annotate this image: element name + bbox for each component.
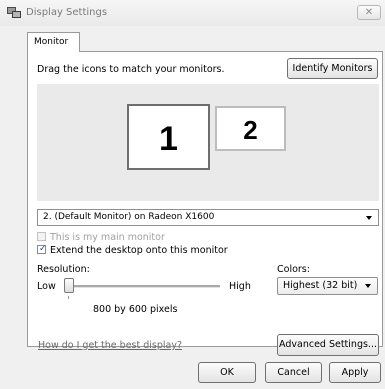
arrange-instruction: Drag the icons to match your monitors.	[37, 64, 225, 75]
monitor-select-value: 2. (Default Monitor) on Radeon X1600	[43, 212, 215, 222]
identify-monitors-button[interactable]: Identify Monitors	[287, 58, 378, 79]
chevron-down-icon	[365, 284, 371, 288]
resolution-value: 800 by 600 pixels	[93, 304, 178, 315]
main-monitor-checkbox[interactable]: This is my main monitor	[37, 232, 165, 243]
display-settings-window: Display Settings ✕ Monitor Drag the icon…	[0, 0, 385, 389]
resolution-low-label: Low	[37, 281, 56, 292]
tab-monitor[interactable]: Monitor	[27, 32, 80, 52]
monitor-select[interactable]: 2. (Default Monitor) on Radeon X1600	[37, 209, 379, 226]
checkbox-box	[37, 232, 46, 241]
resolution-high-label: High	[229, 281, 251, 292]
resolution-label: Resolution:	[37, 264, 90, 275]
close-button[interactable]: ✕	[357, 5, 381, 20]
monitor-1-icon[interactable]: 1	[127, 104, 210, 170]
checkmark-icon: ✓	[39, 244, 47, 254]
close-icon: ✕	[364, 7, 374, 18]
extend-desktop-label: Extend the desktop onto this monitor	[50, 245, 228, 256]
colors-select[interactable]: Highest (32 bit)	[277, 277, 378, 295]
chevron-down-icon	[366, 216, 372, 220]
slider-tick	[68, 296, 69, 299]
extend-desktop-checkbox[interactable]: ✓ Extend the desktop onto this monitor	[37, 244, 228, 256]
window-title: Display Settings	[26, 7, 108, 18]
ok-button[interactable]: OK	[198, 362, 256, 383]
title-bar: Display Settings ✕	[0, 0, 385, 26]
checkbox-box: ✓	[37, 244, 47, 254]
main-monitor-label: This is my main monitor	[50, 232, 165, 243]
apply-button[interactable]: Apply	[329, 362, 381, 383]
help-link[interactable]: How do I get the best display?	[38, 340, 182, 351]
resolution-slider-track[interactable]	[69, 285, 220, 288]
cancel-button[interactable]: Cancel	[265, 362, 322, 383]
resolution-slider-thumb[interactable]	[64, 278, 74, 293]
display-settings-icon	[6, 6, 22, 20]
advanced-settings-button[interactable]: Advanced Settings...	[277, 334, 379, 356]
colors-select-value: Highest (32 bit)	[283, 280, 358, 291]
monitor-2-icon[interactable]: 2	[215, 106, 286, 151]
colors-label: Colors:	[277, 264, 310, 275]
